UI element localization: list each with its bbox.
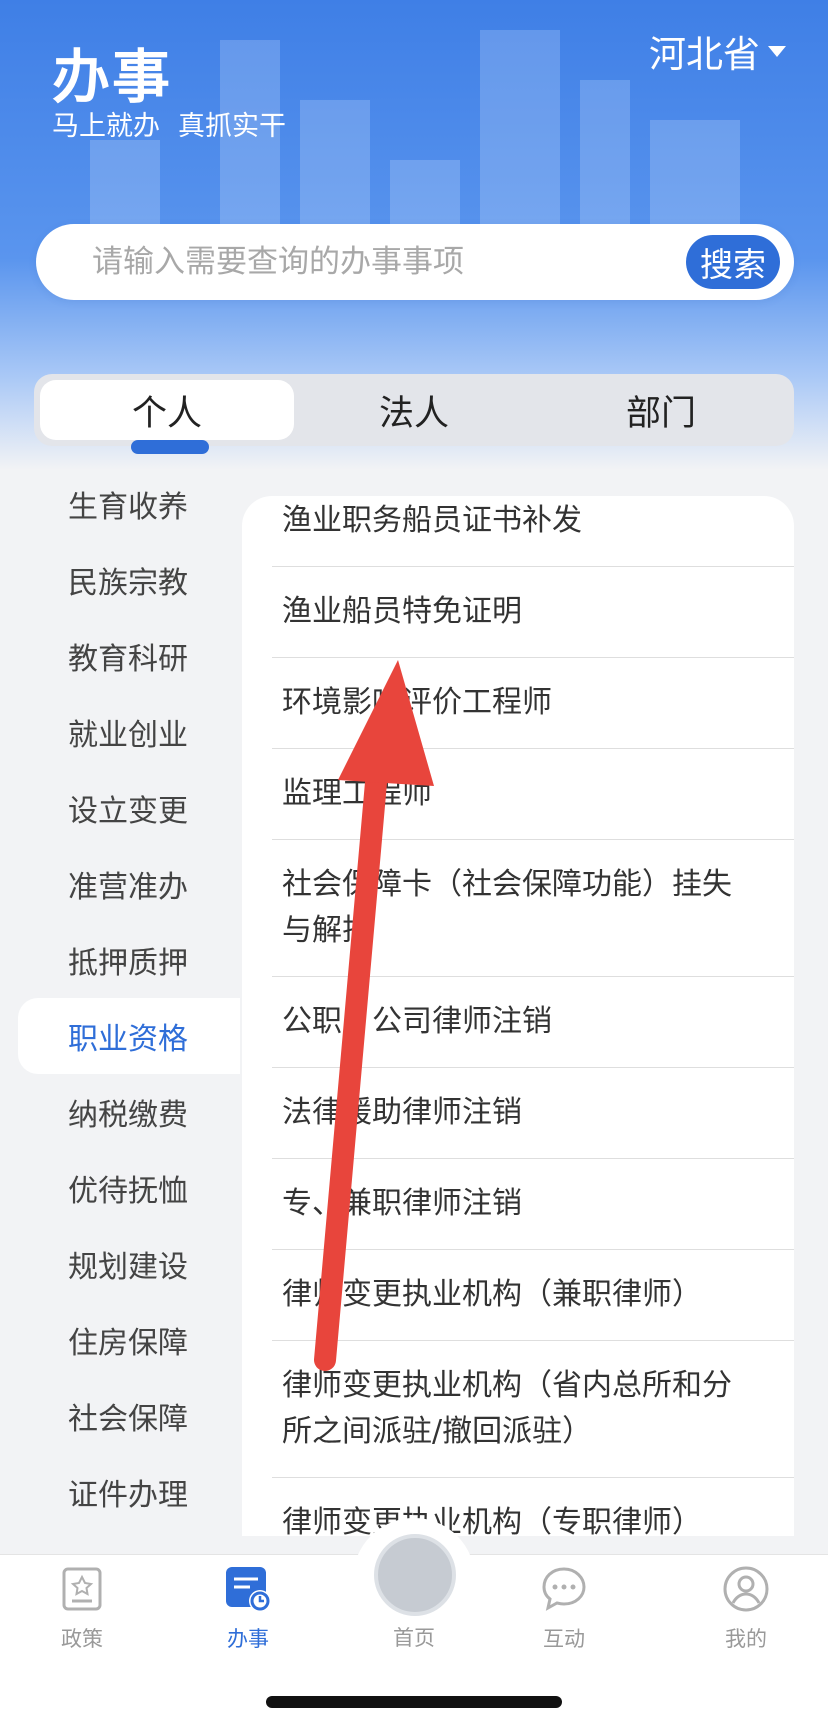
sidebar-item[interactable]: 就业创业 [0,694,240,770]
home-indicator [266,1696,562,1708]
list-item[interactable]: 法律援助律师注销 [272,1068,794,1159]
sidebar-item-label: 职业资格 [68,1022,188,1057]
tabbar-label: 互动 [543,1627,585,1651]
sidebar-item[interactable]: 规划建设 [0,1226,240,1302]
tabbar-label-home: 首页 [393,1626,435,1650]
user-icon [723,1566,769,1612]
list-item[interactable]: 渔业船员特免证明 [272,567,794,658]
tab-legal-entity[interactable]: 法人 [287,380,541,440]
sidebar-item[interactable]: 民族宗教 [0,542,240,618]
tabbar-item-interact[interactable]: 互动 [504,1565,624,1653]
sidebar-item[interactable]: 证件办理 [0,1454,240,1530]
list-item[interactable]: 社会保障卡（社会保障功能）挂失与解挂 [272,840,794,977]
list-item[interactable]: 专、兼职律师注销 [272,1159,794,1250]
caret-down-icon [768,45,786,57]
policy-icon [62,1567,102,1611]
sidebar-item[interactable]: 住房保障 [0,1302,240,1378]
sidebar-item[interactable]: 社会保障 [0,1378,240,1454]
list-item[interactable]: 环境影响评价工程师 [272,658,794,749]
list-item[interactable]: 监理工程师 [272,749,794,840]
tabbar-label: 政策 [61,1627,103,1651]
page-title: 办事 [52,43,173,111]
tabbar-label: 我的 [725,1627,767,1651]
tab-personal[interactable]: 个人 [40,380,294,440]
search-bar: 搜索 [36,224,794,300]
emblem-icon[interactable] [374,1534,456,1616]
sidebar-item[interactable]: 教育科研 [0,618,240,694]
sidebar-item[interactable]: 设立变更 [0,770,240,846]
affairs-icon [226,1567,271,1612]
list-item[interactable]: 律师变更执业机构（兼职律师） [272,1250,794,1341]
search-button[interactable]: 搜索 [686,235,780,289]
sidebar-item[interactable]: 生育收养 [0,466,240,542]
list-item[interactable]: 律师变更执业机构（省内总所和分所之间派驻/撤回派驻） [272,1341,794,1478]
chat-icon [542,1567,586,1611]
search-input[interactable] [90,243,654,281]
slogan: 马上就办 真抓实干 [52,104,304,143]
active-tab-indicator [131,440,209,454]
slogan-part: 马上就办 [52,111,160,142]
slogan-part: 真抓实干 [178,111,286,142]
tab-department[interactable]: 部门 [534,380,788,440]
category-tabs: 个人 法人 部门 [34,374,794,446]
tabbar-item-policy[interactable]: 政策 [22,1565,142,1653]
list-item[interactable]: 公职、公司律师注销 [272,977,794,1068]
sidebar-item[interactable]: 纳税缴费 [0,1074,240,1150]
service-list: 渔业职务船员证书补发 渔业船员特免证明 环境影响评价工程师 监理工程师 社会保障… [272,496,794,1536]
tabbar-item-mine[interactable]: 我的 [686,1565,806,1653]
tabbar-label: 办事 [227,1627,269,1651]
province-selector[interactable]: 河北省 [649,24,786,78]
sidebar-item[interactable]: 优待抚恤 [0,1150,240,1226]
category-sidebar: 生育收养 民族宗教 教育科研 就业创业 设立变更 准营准办 抵押质押 职业资格 … [0,490,250,1530]
service-list-panel: 渔业职务船员证书补发 渔业船员特免证明 环境影响评价工程师 监理工程师 社会保障… [242,496,794,1536]
list-item[interactable]: 律师变更执业机构（专职律师） [272,1478,794,1536]
tabbar-item-affairs[interactable]: 办事 [188,1565,308,1653]
sidebar-item[interactable]: 抵押质押 [0,922,240,998]
sidebar-item[interactable]: 准营准办 [0,846,240,922]
list-item[interactable]: 渔业职务船员证书补发 [272,496,794,567]
sidebar-item-active[interactable]: 职业资格 [18,998,250,1074]
province-label: 河北省 [649,33,760,76]
